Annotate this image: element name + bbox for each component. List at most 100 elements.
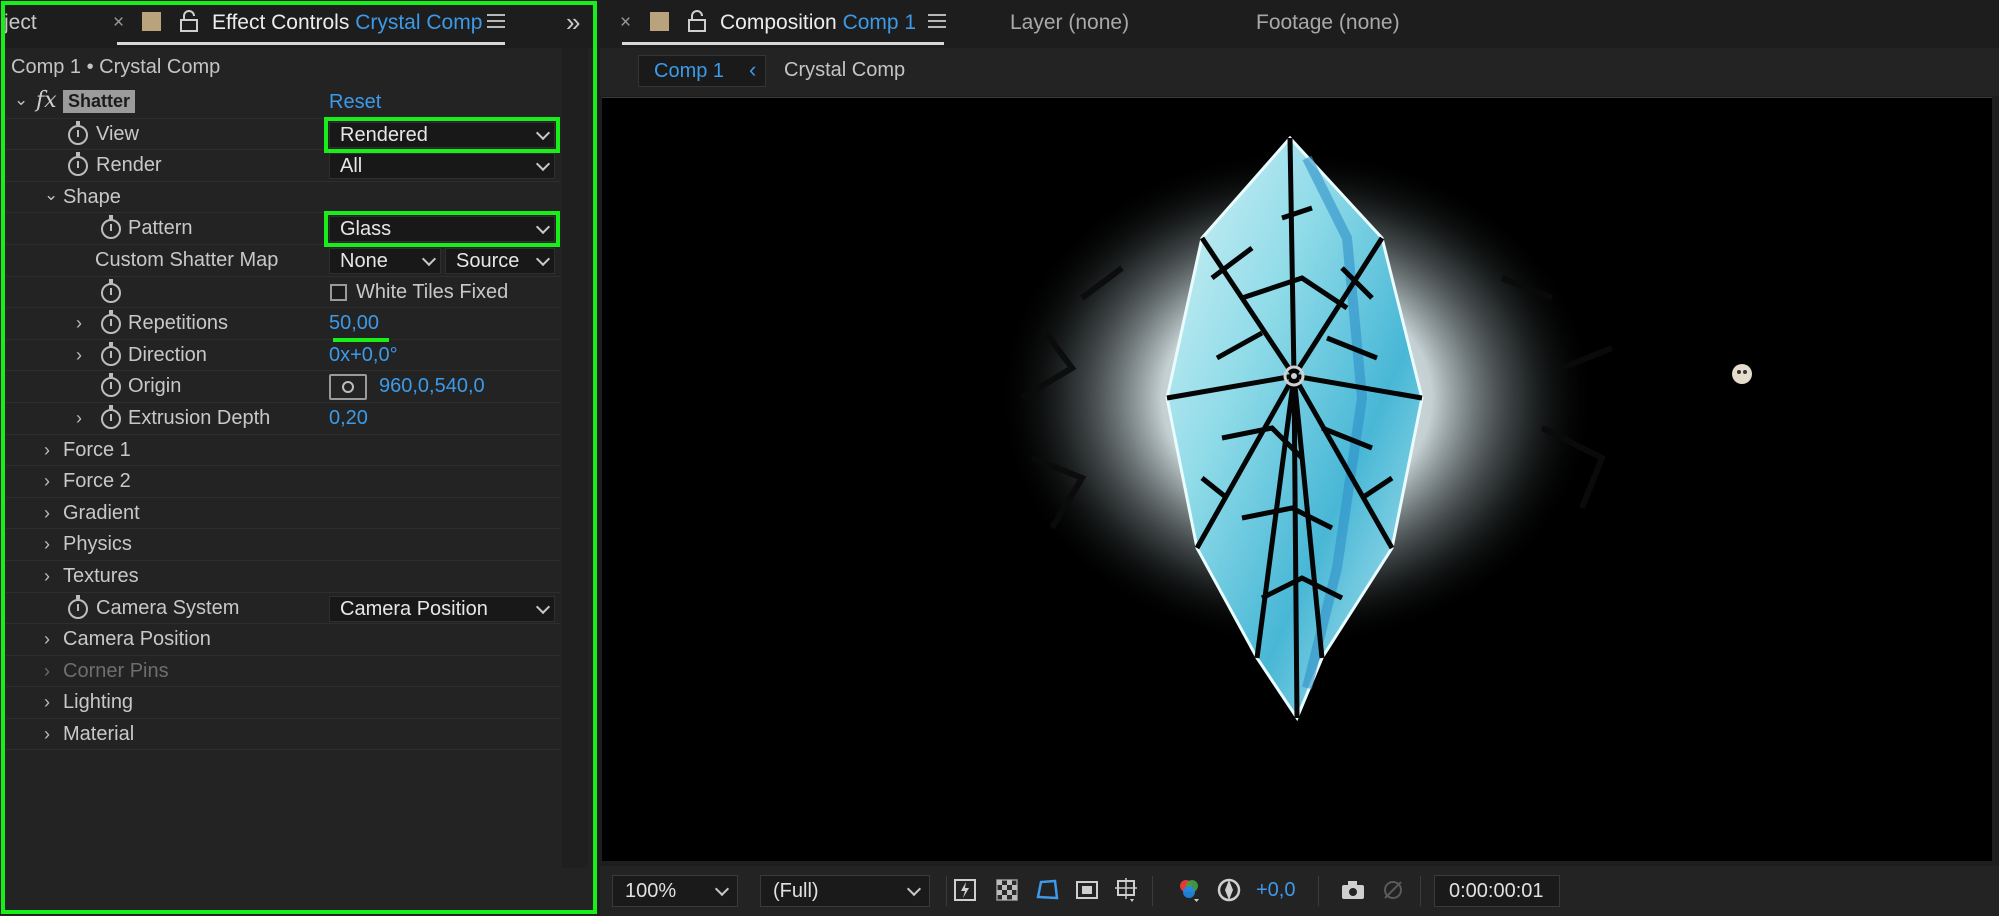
group-label-corner-pins: Corner Pins	[63, 659, 169, 682]
property-group-force-1[interactable]: › Force 1	[6, 435, 560, 467]
property-group-textures[interactable]: › Textures	[6, 561, 560, 593]
stopwatch-icon[interactable]	[101, 310, 121, 335]
effect-properties-list: ⌄ fx Shatter Reset View Rendered Render …	[6, 87, 560, 751]
snapshot-camera-icon[interactable]	[1340, 877, 1366, 903]
expand-panels-icon[interactable]: »	[566, 7, 580, 38]
lock-icon[interactable]	[686, 10, 708, 32]
expand-chevron-icon[interactable]: ›	[44, 471, 50, 492]
reset-exposure-icon[interactable]	[1216, 877, 1242, 903]
group-label-physics: Physics	[63, 533, 132, 556]
expand-chevron-icon[interactable]: ›	[44, 566, 50, 587]
expand-chevron-icon[interactable]: ›	[44, 440, 50, 461]
toolbar-separator	[946, 876, 947, 906]
stopwatch-icon[interactable]	[68, 120, 88, 145]
viewer-tab-crystal-comp[interactable]: Crystal Comp	[784, 59, 905, 82]
property-group-material[interactable]: › Material	[6, 719, 560, 751]
effect-name-badge[interactable]: Shatter	[63, 90, 136, 113]
origin-value[interactable]: 960,0,540,0	[379, 375, 485, 398]
expand-chevron-icon[interactable]: ›	[44, 692, 50, 713]
transparency-grid-icon[interactable]	[994, 877, 1020, 903]
viewer-tab-comp-1[interactable]: Comp 1 ‹	[638, 55, 766, 87]
render-dropdown[interactable]: All	[329, 153, 555, 180]
tab-layer[interactable]: Layer (none)	[1010, 11, 1129, 35]
viewer-tab-comp-1-label: Comp 1	[654, 60, 725, 82]
white-tiles-fixed-checkbox[interactable]	[330, 283, 347, 301]
exposure-value[interactable]: +0,0	[1256, 879, 1295, 902]
property-label-repetitions: Repetitions	[128, 312, 229, 335]
repetitions-value[interactable]: 50,00	[329, 312, 379, 335]
expand-chevron-icon[interactable]: ›	[76, 345, 82, 366]
fast-previews-icon[interactable]	[952, 877, 978, 903]
fx-icon[interactable]: fx	[36, 88, 57, 113]
expand-chevron-icon[interactable]: ›	[44, 629, 50, 650]
grid-guides-icon[interactable]	[1114, 877, 1140, 903]
effect-controls-panel: ject × Effect Controls Crystal Comp » Co…	[0, 0, 598, 916]
active-tab-underline	[622, 42, 944, 45]
lock-icon[interactable]	[178, 10, 200, 32]
current-time-display[interactable]: 0:00:00:01	[1434, 875, 1560, 907]
stopwatch-icon[interactable]	[101, 373, 121, 398]
direction-value[interactable]: 0x+0,0°	[329, 344, 398, 367]
composition-viewer[interactable]	[602, 97, 1992, 861]
shatter-map-source-value: Source	[456, 249, 520, 272]
property-group-lighting[interactable]: › Lighting	[6, 687, 560, 719]
zoom-dropdown[interactable]: 100%	[612, 875, 738, 907]
show-snapshot-icon[interactable]	[1380, 877, 1406, 903]
property-group-shape[interactable]: ⌄ Shape	[6, 182, 560, 214]
tab-project-partial[interactable]: ject	[4, 11, 37, 35]
chevron-left-icon[interactable]: ‹	[749, 57, 756, 83]
close-tab-icon[interactable]: ×	[113, 12, 124, 34]
property-group-camera-position[interactable]: › Camera Position	[6, 624, 560, 656]
pattern-dropdown[interactable]: Glass	[324, 211, 560, 248]
resolution-dropdown[interactable]: (Full)	[760, 875, 930, 907]
tab-footage[interactable]: Footage (none)	[1256, 11, 1400, 35]
stopwatch-icon[interactable]	[101, 341, 121, 366]
stopwatch-icon[interactable]	[101, 278, 121, 303]
stopwatch-icon[interactable]	[68, 152, 88, 177]
region-of-interest-icon[interactable]	[1074, 877, 1100, 903]
property-group-force-2[interactable]: › Force 2	[6, 466, 560, 498]
expand-chevron-icon[interactable]: ›	[76, 408, 82, 429]
white-tiles-fixed-label: White Tiles Fixed	[356, 280, 509, 303]
expand-chevron-icon[interactable]: ›	[44, 661, 50, 682]
group-label-textures: Textures	[63, 564, 139, 587]
stopwatch-icon[interactable]	[101, 215, 121, 240]
expand-chevron-icon[interactable]: ›	[76, 313, 82, 334]
comp-color-swatch-icon	[650, 12, 669, 31]
expand-chevron-icon[interactable]: ›	[44, 503, 50, 524]
shatter-map-source-dropdown[interactable]: Source	[445, 247, 555, 274]
property-label-pattern: Pattern	[128, 217, 193, 240]
expand-chevron-icon[interactable]: ›	[44, 534, 50, 555]
tab-effect-controls[interactable]: Effect Controls Crystal Comp	[212, 11, 482, 35]
reset-link[interactable]: Reset	[329, 91, 381, 114]
group-label-camera-position: Camera Position	[63, 628, 211, 651]
property-row-extrusion-depth: › Extrusion Depth 0,20	[6, 403, 560, 435]
property-group-physics[interactable]: › Physics	[6, 529, 560, 561]
mask-visibility-icon[interactable]	[1034, 877, 1060, 903]
property-row-camera-system: Camera System Camera Position	[6, 593, 560, 625]
extrusion-depth-value[interactable]: 0,20	[329, 407, 368, 430]
view-dropdown[interactable]: Rendered	[324, 116, 560, 153]
collapse-chevron-icon[interactable]: ⌄	[44, 185, 58, 205]
property-group-gradient[interactable]: › Gradient	[6, 498, 560, 530]
panel-menu-icon[interactable]	[928, 14, 946, 28]
close-tab-icon[interactable]: ×	[620, 12, 631, 34]
viewer-controls-bar: 100% (Full) +0,0 0:00:00:01	[600, 866, 1999, 916]
shatter-map-layer-dropdown[interactable]: None	[329, 247, 441, 274]
stopwatch-icon[interactable]	[68, 594, 88, 619]
channel-rgb-icon[interactable]	[1176, 877, 1202, 903]
property-group-corner-pins[interactable]: › Corner Pins	[6, 656, 560, 688]
stopwatch-icon[interactable]	[101, 404, 121, 429]
tab-composition[interactable]: Composition Comp 1	[720, 11, 916, 35]
vertical-scrollbar[interactable]	[562, 48, 588, 868]
panel-menu-icon[interactable]	[487, 14, 505, 28]
expand-chevron-icon[interactable]: ›	[44, 724, 50, 745]
origin-point-picker-icon[interactable]	[329, 374, 367, 401]
property-label-render: Render	[96, 154, 162, 177]
collapse-chevron-icon[interactable]: ⌄	[14, 90, 28, 110]
toolbar-separator	[1318, 876, 1319, 906]
effect-header-shatter[interactable]: ⌄ fx Shatter Reset	[6, 87, 560, 119]
effect-controls-tab-bar: ject × Effect Controls Crystal Comp »	[0, 0, 598, 48]
camera-system-dropdown[interactable]: Camera Position	[329, 595, 555, 622]
shatter-map-layer-value: None	[340, 249, 388, 272]
